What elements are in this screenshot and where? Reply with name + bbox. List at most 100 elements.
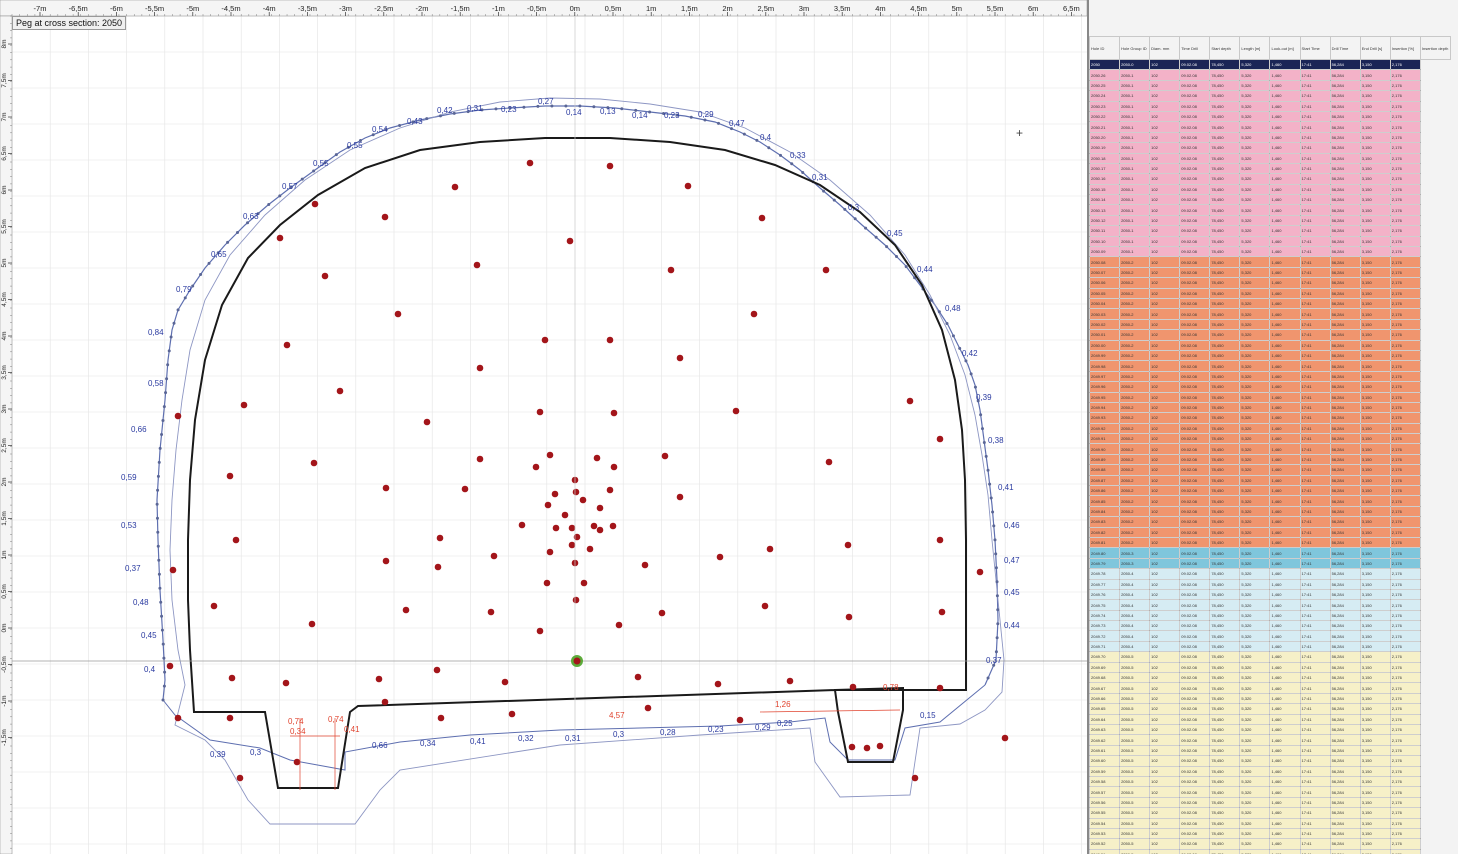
- drill-hole[interactable]: [634, 673, 642, 681]
- drill-hole[interactable]: [644, 704, 652, 712]
- table-body[interactable]: 2050 2050-0 102 09.02.08 78,450 5,320 1,460 17:…: [1089, 58, 1451, 854]
- table-row[interactable]: 2050.25 2050-1 102 09.02.08 78,450 5,320 1,460…: [1089, 79, 1451, 92]
- cross-section-canvas[interactable]: -7m -6,5m -6m -5,5m -5m -4,5m -4m -3,5m -3m -2,5m…: [0, 0, 1087, 854]
- drill-hole[interactable]: [572, 488, 580, 496]
- drill-hole[interactable]: [786, 677, 794, 685]
- drill-hole[interactable]: [610, 409, 618, 417]
- drill-hole[interactable]: [321, 272, 329, 280]
- table-row[interactable]: 2050.13 2050-1 102 09.02.08 78,450 5,320 1,460…: [1089, 204, 1451, 216]
- table-column-header[interactable]: Drill Time: [1329, 36, 1361, 60]
- table-row[interactable]: 2049.65 2050-5 102 09.02.08 78,450 5,320 1,460…: [1089, 703, 1451, 715]
- table-column-header[interactable]: Time Drill: [1179, 36, 1211, 60]
- drill-hole[interactable]: [544, 501, 552, 509]
- drill-hole[interactable]: [750, 310, 758, 318]
- drill-hole[interactable]: [606, 486, 614, 494]
- drill-hole[interactable]: [433, 666, 441, 674]
- drill-hole[interactable]: [1001, 734, 1009, 742]
- drill-hole[interactable]: [423, 418, 431, 426]
- drill-hole[interactable]: [226, 472, 234, 480]
- table-row[interactable]: 2050.01 2050-2 102 09.02.08 78,450 5,320 1,460…: [1089, 329, 1451, 341]
- drill-hole[interactable]: [844, 541, 852, 549]
- drill-hole[interactable]: [906, 397, 914, 405]
- drill-hole[interactable]: [169, 566, 177, 574]
- table-row[interactable]: 2050.24 2050-1 102 09.02.08 78,450 5,320 1,460…: [1089, 90, 1451, 102]
- drill-hole[interactable]: [572, 596, 580, 604]
- table-row[interactable]: 2049.77 2050-4 102 09.02.08 78,450 5,320 1,460…: [1089, 578, 1451, 590]
- table-row[interactable]: 2049.52 2050-5 102 09.02.08 78,450 5,320 1,460…: [1089, 838, 1451, 850]
- drill-hole[interactable]: [536, 408, 544, 416]
- table-row[interactable]: 2049.81 2050-2 102 09.02.08 78,450 5,320 1,460…: [1089, 536, 1451, 549]
- table-row[interactable]: 2049.79 2050-3 102 09.02.08 78,450 5,320 1,460…: [1089, 557, 1451, 570]
- drill-hole[interactable]: [568, 524, 576, 532]
- drill-hole[interactable]: [552, 524, 560, 532]
- table-column-header[interactable]: Insertion depth: [1419, 36, 1452, 60]
- table-row[interactable]: 2049.88 2050-2 102 09.02.08 78,450 5,320 1,460…: [1089, 464, 1451, 476]
- table-row[interactable]: 2049.61 2050-5 102 09.02.08 78,450 5,320 1,460…: [1089, 744, 1451, 757]
- drill-hole[interactable]: [461, 485, 469, 493]
- drill-hole[interactable]: [526, 159, 534, 167]
- table-row[interactable]: 2049.75 2050-4 102 09.02.08 78,450 5,320 1,460…: [1089, 599, 1451, 611]
- table-row[interactable]: 2049.76 2050-4 102 09.02.08 78,450 5,320 1,460…: [1089, 588, 1451, 601]
- drill-hole[interactable]: [586, 545, 594, 553]
- table-column-header[interactable]: End Drill [s]: [1359, 36, 1391, 60]
- drill-hole[interactable]: [761, 602, 769, 610]
- table-row[interactable]: 2050.22 2050-1 102 09.02.08 78,450 5,320 1,460…: [1089, 110, 1451, 123]
- table-row[interactable]: 2049.80 2050-3 102 09.02.08 78,450 5,320 1,460…: [1089, 547, 1451, 559]
- table-row[interactable]: 2050.12 2050-1 102 09.02.08 78,450 5,320 1,460…: [1089, 214, 1451, 227]
- drill-hole[interactable]: [543, 579, 551, 587]
- table-row[interactable]: 2049.84 2050-2 102 09.02.08 78,450 5,320 1,460…: [1089, 505, 1451, 518]
- drill-hole[interactable]: [508, 710, 516, 718]
- drill-hole[interactable]: [863, 744, 871, 752]
- drill-hole[interactable]: [437, 714, 445, 722]
- drill-hole[interactable]: [936, 435, 944, 443]
- drill-hole[interactable]: [658, 609, 666, 617]
- table-row[interactable]: 2049.59 2050-5 102 09.02.08 78,450 5,320 1,460…: [1089, 765, 1451, 777]
- drill-hole[interactable]: [434, 563, 442, 571]
- drill-hole[interactable]: [232, 536, 240, 544]
- table-row[interactable]: 2050.20 2050-1 102 09.02.08 78,450 5,320 1,460…: [1089, 131, 1451, 144]
- table-row[interactable]: 2050.16 2050-1 102 09.02.08 78,450 5,320 1,460…: [1089, 173, 1451, 185]
- table-row[interactable]: 2049.72 2050-4 102 09.02.08 78,450 5,320 1,460…: [1089, 630, 1451, 642]
- drill-hole[interactable]: [490, 552, 498, 560]
- drill-hole[interactable]: [606, 162, 614, 170]
- table-row[interactable]: 2049.73 2050-4 102 09.02.08 78,450 5,320 1,460…: [1089, 620, 1451, 632]
- drill-hole[interactable]: [579, 496, 587, 504]
- table-row[interactable]: 2049.85 2050-2 102 09.02.08 78,450 5,320 1,460…: [1089, 495, 1451, 507]
- drill-hole[interactable]: [436, 534, 444, 542]
- table-column-header[interactable]: Length [m]: [1239, 36, 1271, 60]
- table-row[interactable]: 2049.95 2050-2 102 09.02.08 78,450 5,320 1,460…: [1089, 391, 1451, 403]
- table-row[interactable]: 2049.98 2050-2 102 09.02.08 78,450 5,320 1,460…: [1089, 360, 1451, 372]
- table-row[interactable]: 2050.11 2050-1 102 09.02.08 78,450 5,320 1,460…: [1089, 225, 1451, 237]
- drill-hole[interactable]: [402, 606, 410, 614]
- table-row[interactable]: 2049.56 2050-5 102 09.02.08 78,450 5,320 1,460…: [1089, 796, 1451, 809]
- drill-hole[interactable]: [228, 674, 236, 682]
- table-row[interactable]: 2049.70 2050-5 102 09.02.08 78,450 5,320 1,460…: [1089, 651, 1451, 663]
- table-row[interactable]: 2049.67 2050-5 102 09.02.08 78,450 5,320 1,460…: [1089, 682, 1451, 694]
- drill-hole[interactable]: [487, 608, 495, 616]
- drill-hole[interactable]: [308, 620, 316, 628]
- drill-hole[interactable]: [568, 541, 576, 549]
- table-row[interactable]: 2050.17 2050-1 102 09.02.08 78,450 5,320 1,460…: [1089, 162, 1451, 175]
- drill-hole[interactable]: [174, 714, 182, 722]
- drill-hole[interactable]: [375, 675, 383, 683]
- table-row[interactable]: 2049.90 2050-2 102 09.02.08 78,450 5,320 1,460…: [1089, 443, 1451, 455]
- table-row[interactable]: 2049.83 2050-2 102 09.02.08 78,450 5,320 1,460…: [1089, 516, 1451, 528]
- drill-hole-table[interactable]: Hole ID Hole Group ID Diam. mm Time Drill St…: [1089, 36, 1452, 854]
- drill-hole[interactable]: [276, 234, 284, 242]
- drill-hole[interactable]: [293, 758, 301, 766]
- table-row[interactable]: 2049.89 2050-2 102 09.02.08 78,450 5,320 1,460…: [1089, 453, 1451, 466]
- table-column-header[interactable]: Diam. mm: [1149, 36, 1181, 60]
- table-row[interactable]: 2049.74 2050-4 102 09.02.08 78,450 5,320 1,460…: [1089, 609, 1451, 622]
- drill-hole[interactable]: [732, 407, 740, 415]
- table-row[interactable]: 2050.07 2050-2 102 09.02.08 78,450 5,320 1,460…: [1089, 266, 1451, 279]
- table-row[interactable]: 2050.15 2050-1 102 09.02.08 78,450 5,320 1,460…: [1089, 183, 1451, 196]
- table-row[interactable]: 2050.10 2050-1 102 09.02.08 78,450 5,320 1,460…: [1089, 235, 1451, 248]
- drill-hole[interactable]: [609, 522, 617, 530]
- table-row[interactable]: 2050.08 2050-2 102 09.02.08 78,450 5,320 1,460…: [1089, 256, 1451, 268]
- drill-hole[interactable]: [684, 182, 692, 190]
- drill-hole[interactable]: [822, 266, 830, 274]
- drill-hole[interactable]: [596, 504, 604, 512]
- table-row[interactable]: 2050.14 2050-1 102 09.02.08 78,450 5,320 1,460…: [1089, 194, 1451, 206]
- drill-hole[interactable]: [476, 364, 484, 372]
- table-row[interactable]: 2050.26 2050-1 102 09.02.08 78,450 5,320 1,460…: [1089, 69, 1451, 81]
